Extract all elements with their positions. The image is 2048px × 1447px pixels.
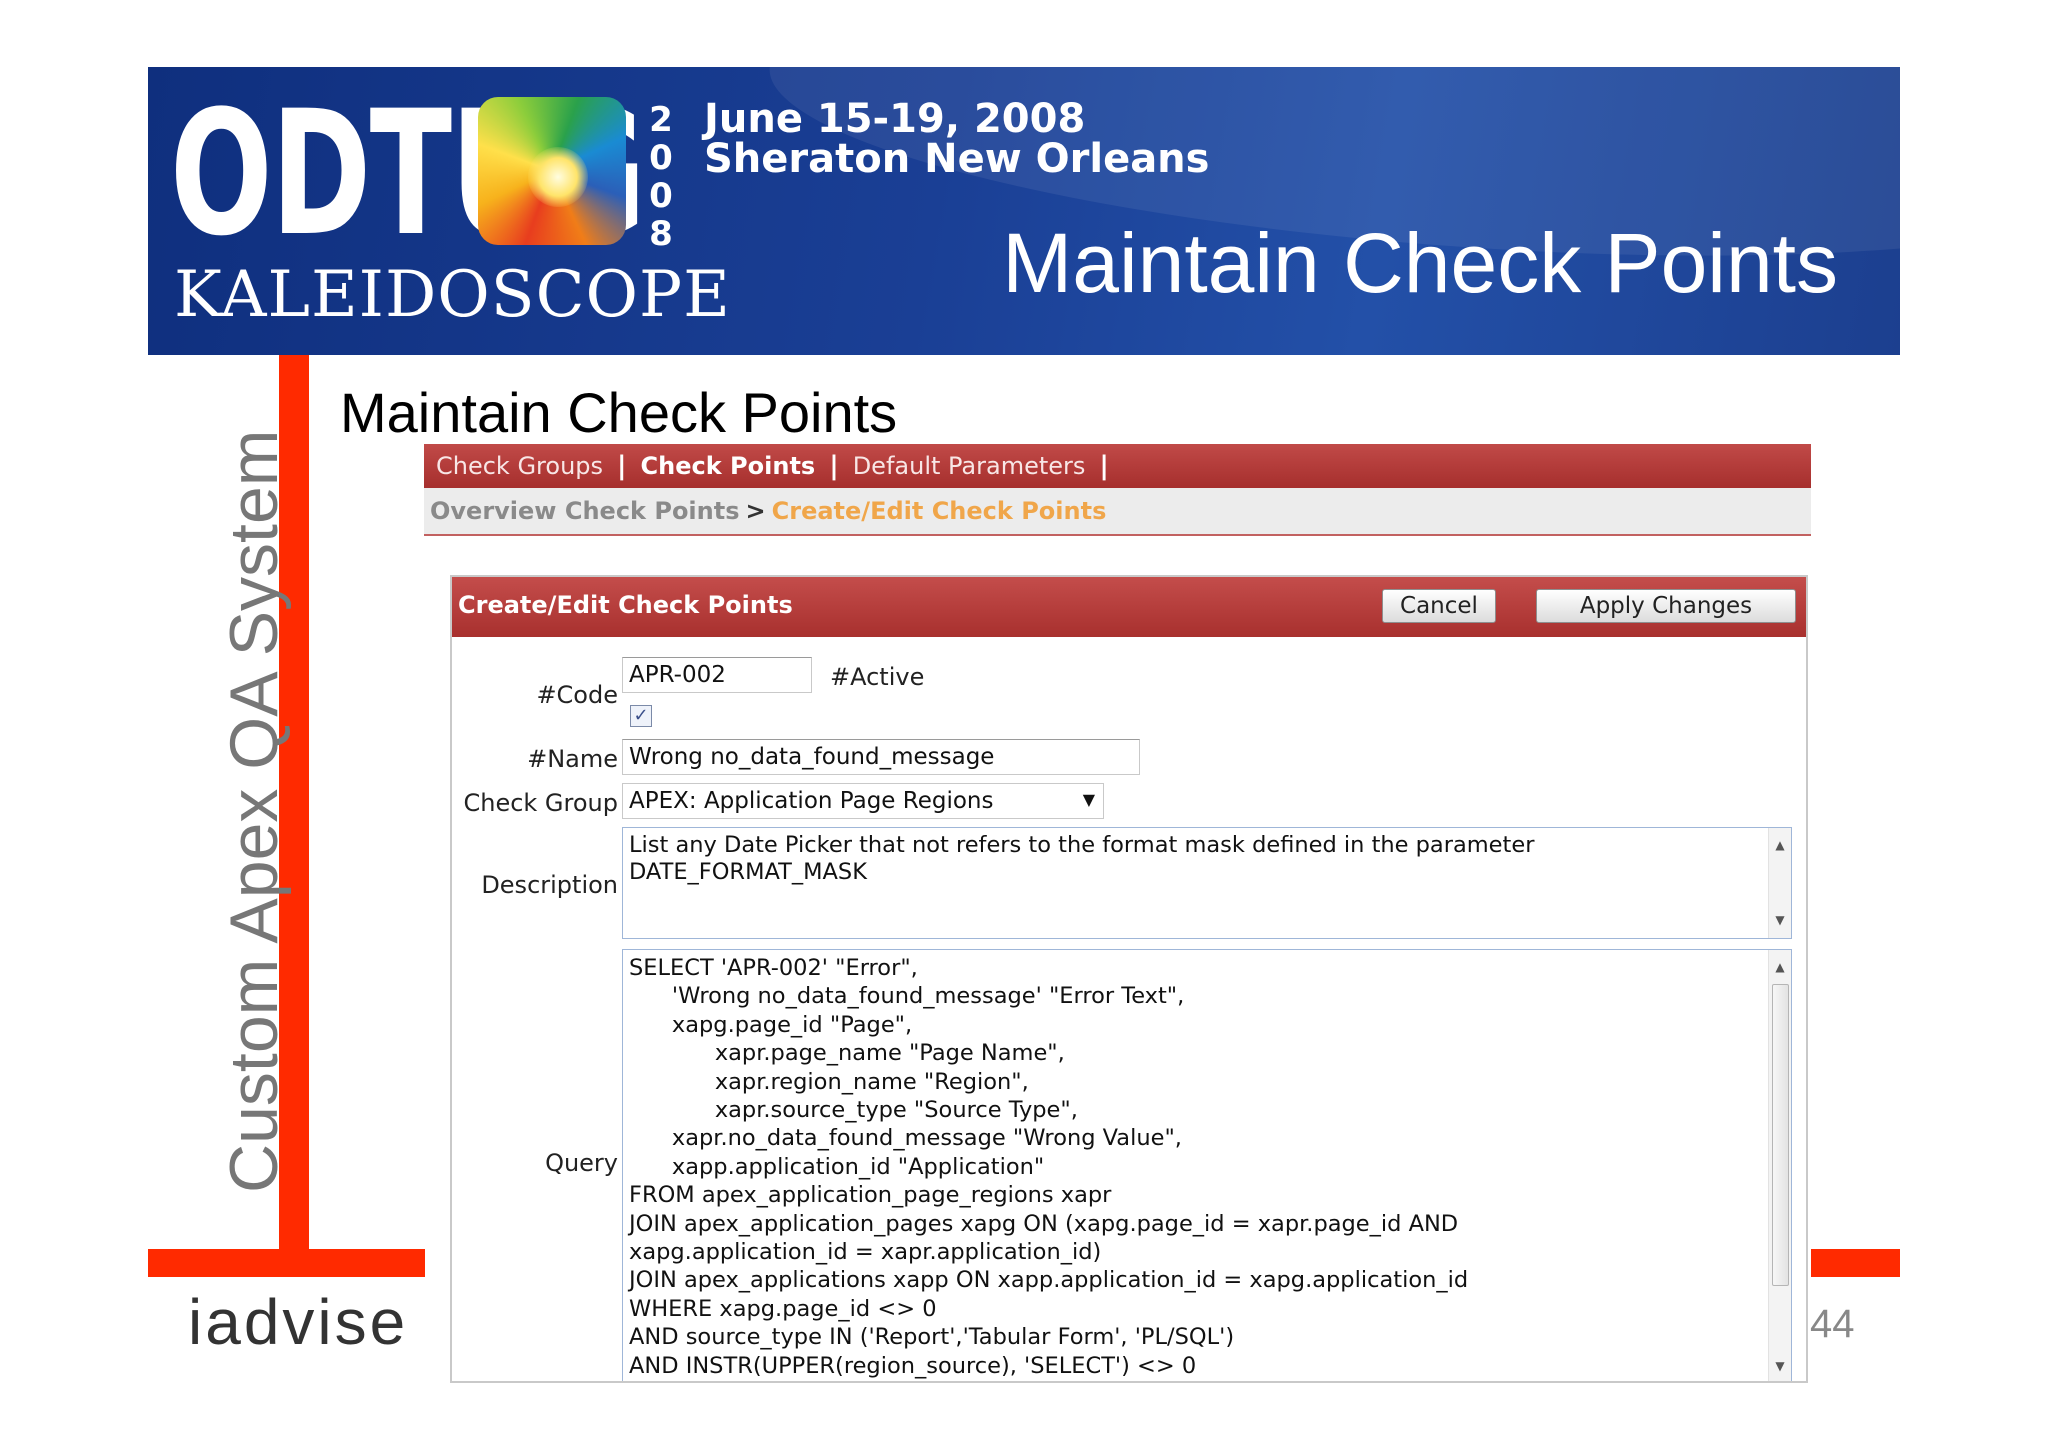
chevron-down-icon: ▼ xyxy=(1082,790,1095,809)
tab-separator: | xyxy=(1099,451,1109,481)
scroll-up-icon[interactable]: ▲ xyxy=(1769,832,1791,859)
description-line: List any Date Picker that not refers to … xyxy=(629,832,1535,858)
banner-title: Maintain Check Points xyxy=(1002,216,1838,310)
active-checkbox[interactable]: ✓ xyxy=(630,705,652,727)
query-line: WHERE xapg.page_id <> 0 xyxy=(629,1295,937,1322)
tab-separator: | xyxy=(617,451,627,481)
vertical-section-title: Custom Apex QA System xyxy=(216,429,292,1193)
active-label: #Active xyxy=(830,663,925,691)
conference-location: Sheraton New Orleans xyxy=(704,136,1210,182)
query-line: AND source_type IN ('Report','Tabular Fo… xyxy=(629,1324,1235,1351)
kaleidoscope-logo-icon xyxy=(478,97,626,245)
description-line: DATE_FORMAT_MASK xyxy=(629,859,867,885)
cancel-button[interactable]: Cancel xyxy=(1382,589,1496,623)
tab-check-groups[interactable]: Check Groups xyxy=(436,452,603,480)
region-title: Create/Edit Check Points xyxy=(458,591,793,619)
breadcrumb-overview-check-points[interactable]: Overview Check Points xyxy=(430,497,740,525)
query-line: xapr.no_data_found_message "Wrong Value"… xyxy=(629,1125,1182,1152)
query-line: 'Wrong no_data_found_message' "Error Tex… xyxy=(629,983,1185,1010)
page-number: 44 xyxy=(1810,1302,1855,1346)
query-line: xapr.region_name "Region", xyxy=(629,1068,1029,1095)
query-label: Query xyxy=(545,1149,618,1177)
red-footer-bar-right xyxy=(1811,1249,1900,1277)
breadcrumb-current: Create/Edit Check Points xyxy=(771,497,1107,525)
query-line: xapg.application_id = xapr.application_i… xyxy=(629,1239,1102,1266)
scroll-down-icon[interactable]: ▼ xyxy=(1769,1353,1791,1380)
query-line: xapp.application_id "Application" xyxy=(629,1153,1045,1180)
description-label: Description xyxy=(481,871,618,899)
tab-separator: | xyxy=(829,451,839,481)
query-line: FROM apex_application_page_regions xapr xyxy=(629,1182,1112,1209)
scroll-down-icon[interactable]: ▼ xyxy=(1769,907,1791,934)
query-line: SELECT 'APR-002' "Error", xyxy=(629,955,918,981)
query-line: AND INSTR(UPPER(region_source), 'SELECT'… xyxy=(629,1352,1197,1379)
query-textarea[interactable]: SELECT 'APR-002' "Error", 'Wrong no_data… xyxy=(622,949,1792,1381)
description-textarea[interactable]: List any Date Picker that not refers to … xyxy=(622,827,1792,939)
year-digit: 0 xyxy=(649,138,673,178)
tab-check-points[interactable]: Check Points xyxy=(641,452,816,480)
query-line: JOIN apex_applications xapp ON xapp.appl… xyxy=(629,1267,1469,1294)
conference-banner: ODTUG KALEIDOSCOPE 2 0 0 8 June 15-19, 2… xyxy=(148,67,1900,355)
create-edit-region: Create/Edit Check Points Cancel Apply Ch… xyxy=(450,575,1808,1383)
tab-default-parameters[interactable]: Default Parameters xyxy=(853,452,1086,480)
code-label: #Code xyxy=(536,681,618,709)
year-digit: 0 xyxy=(649,176,673,216)
name-label: #Name xyxy=(527,745,618,773)
query-line: xapr.page_name "Page Name", xyxy=(629,1040,1065,1067)
scroll-thumb[interactable] xyxy=(1772,984,1789,1286)
code-field[interactable]: APR-002 xyxy=(622,657,812,693)
query-line: JOIN apex_application_pages xapg ON (xap… xyxy=(629,1210,1459,1237)
breadcrumb: Overview Check Points > Create/Edit Chec… xyxy=(424,488,1811,536)
breadcrumb-separator: > xyxy=(745,497,766,525)
check-group-label: Check Group xyxy=(463,789,618,817)
kaleidoscope-wordmark: KALEIDOSCOPE xyxy=(174,258,731,332)
slide-heading: Maintain Check Points xyxy=(340,381,898,444)
description-scrollbar[interactable]: ▲ ▼ xyxy=(1768,828,1791,938)
year-digits: 2 0 0 8 xyxy=(646,101,676,253)
query-scrollbar[interactable]: ▲ ▼ xyxy=(1768,950,1791,1381)
year-digit: 2 xyxy=(649,100,673,140)
tab-bar: Check Groups | Check Points | Default Pa… xyxy=(424,444,1811,488)
scroll-up-icon[interactable]: ▲ xyxy=(1769,954,1791,981)
check-group-selected-value: APEX: Application Page Regions xyxy=(629,788,994,814)
apply-changes-button[interactable]: Apply Changes xyxy=(1536,589,1796,623)
name-field[interactable]: Wrong no_data_found_message xyxy=(622,739,1140,775)
query-line: xapg.page_id "Page", xyxy=(629,1011,913,1038)
query-line: xapr.source_type "Source Type", xyxy=(629,1097,1078,1124)
red-footer-bar-left xyxy=(148,1249,425,1277)
year-digit: 8 xyxy=(649,214,673,254)
conference-dates: June 15-19, 2008 xyxy=(704,96,1086,142)
region-header: Create/Edit Check Points Cancel Apply Ch… xyxy=(452,577,1806,637)
iadvise-logo: iadvise xyxy=(188,1286,409,1358)
check-group-select[interactable]: APEX: Application Page Regions ▼ xyxy=(622,783,1104,819)
